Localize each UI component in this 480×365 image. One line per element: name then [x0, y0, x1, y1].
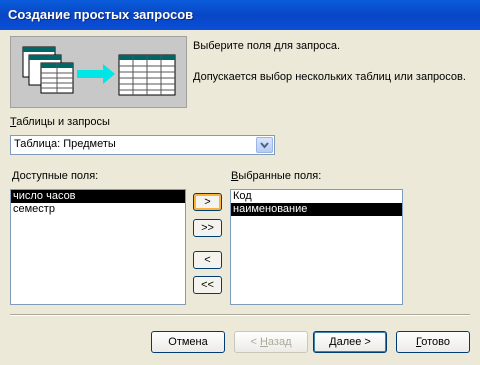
intro-line-1: Выберите поля для запроса.	[193, 40, 341, 52]
list-item[interactable]: число часов	[11, 190, 185, 203]
back-button[interactable]: < Назад	[234, 331, 308, 353]
title-bar[interactable]: Создание простых запросов	[0, 0, 480, 30]
source-label: Таблицы и запросы	[10, 116, 110, 128]
chevron-down-icon[interactable]	[256, 137, 273, 153]
window-title: Создание простых запросов	[8, 7, 194, 22]
list-item[interactable]: наименование	[231, 203, 402, 216]
cancel-button[interactable]: Отмена	[151, 331, 225, 353]
tables-to-query-illustration	[22, 46, 176, 96]
selected-fields-label: Выбранные поля:	[231, 170, 322, 182]
available-fields-label: Доступные поля:	[12, 170, 99, 182]
arrow-right-icon	[77, 64, 115, 84]
intro-line-2: Допускается выбор нескольких таблиц или …	[193, 71, 466, 83]
remove-field-button[interactable]: <	[193, 251, 222, 269]
result-table-icon	[118, 54, 176, 96]
wizard-illustration	[10, 36, 187, 108]
next-button[interactable]: Далее >	[313, 331, 387, 353]
table-query-select-value: Таблица: Предметы	[14, 138, 116, 150]
footer-divider	[10, 314, 470, 316]
list-item[interactable]: семестр	[11, 203, 185, 216]
available-fields-list[interactable]: число часов семестр	[10, 189, 186, 305]
finish-button[interactable]: Готово	[396, 331, 470, 353]
table-query-select[interactable]: Таблица: Предметы	[10, 135, 275, 155]
remove-all-fields-button[interactable]: <<	[193, 276, 222, 294]
selected-fields-list[interactable]: Код наименование	[230, 189, 403, 305]
source-tables-icon	[22, 46, 74, 94]
list-item[interactable]: Код	[231, 190, 402, 203]
add-all-fields-button[interactable]: >>	[193, 219, 222, 237]
add-field-button[interactable]: >	[193, 193, 222, 211]
